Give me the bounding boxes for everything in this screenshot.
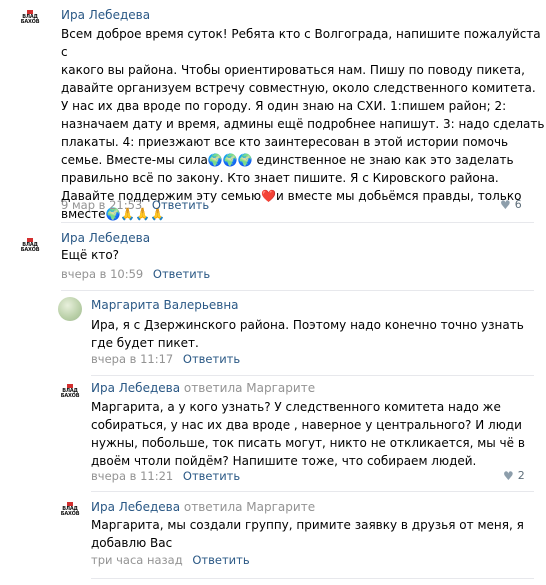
text-line: двоём чтоли пойдём? Напишите тоже, что с… [91, 454, 477, 468]
comment-meta: 9 мар в 21:53 Ответить [61, 198, 209, 212]
divider [91, 375, 534, 376]
comment-meta: вчера в 11:17 Ответить [91, 352, 240, 366]
avatar[interactable]: ВЛАД БАХОВ [20, 10, 40, 32]
author-name[interactable]: Ира Лебедева [91, 500, 180, 514]
comment-author[interactable]: Ира Лебедева [61, 8, 150, 22]
text-line: правильно всё по закону. Кто знает пишит… [61, 171, 499, 185]
comment-time[interactable]: 9 мар в 21:53 [61, 198, 142, 212]
avatar[interactable]: ВЛАД БАХОВ [20, 238, 40, 260]
text-line: где будет пикет. [91, 336, 199, 350]
avatar-logo-text: ВЛАД БАХОВ [20, 14, 40, 25]
avatar[interactable]: ВЛАД БАХОВ [60, 502, 80, 524]
text-line: Ира, я с Дзержинского района. Поэтому на… [91, 318, 524, 332]
text-line: Всем доброе время суток! Ребята кто с Во… [61, 27, 541, 59]
comment-time[interactable]: вчера в 11:17 [91, 352, 173, 366]
divider [91, 578, 534, 579]
comment-meta: вчера в 10:59 Ответить [61, 267, 210, 281]
divider [61, 222, 534, 223]
comment-author: Ира Лебедева ответила Маргарите [91, 500, 315, 514]
text-line: какого вы района. Чтобы ориентироваться … [61, 63, 525, 77]
text-line: нужны, побольше, ток писать могут, никто… [91, 436, 525, 450]
text-line: добавлю Вас [91, 536, 173, 550]
like-button[interactable]: ♥ 6 [500, 198, 522, 211]
comment-time[interactable]: три часа назад [91, 553, 183, 567]
divider [91, 491, 534, 492]
comment-meta: три часа назад Ответить [91, 553, 250, 567]
like-count: 6 [514, 198, 522, 211]
comment-text: Ира, я с Дзержинского района. Поэтому на… [91, 316, 524, 352]
reply-button[interactable]: Ответить [153, 267, 210, 281]
like-button[interactable]: ♥ 2 [503, 469, 525, 482]
like-count: 2 [517, 469, 525, 482]
comment-text: Всем доброе время суток! Ребята кто с Во… [61, 25, 546, 223]
comment-text: Ещё кто? [61, 246, 119, 264]
text-line: У нас их два вроде по городу. Я один зна… [61, 99, 507, 113]
comment-time[interactable]: вчера в 11:21 [91, 469, 173, 483]
text-line: назначаем дату и время, админы ещё подро… [61, 117, 545, 131]
text-line: Маргарита, мы создали группу, примите за… [91, 518, 524, 532]
comment-time[interactable]: вчера в 10:59 [61, 267, 143, 281]
text-line: давайте организуем встречу совместную, о… [61, 81, 536, 95]
avatar-logo-text: ВЛАД БАХОВ [60, 506, 80, 517]
replied-to[interactable]: ответила Маргарите [184, 500, 315, 514]
divider [61, 290, 534, 291]
comment-meta: вчера в 11:21 Ответить [91, 469, 240, 483]
comment-author: Ира Лебедева ответила Маргарите [91, 381, 315, 395]
avatar[interactable]: ВЛАД БАХОВ [60, 384, 80, 406]
text-line: Маргарита, а у кого узнать? У следственн… [91, 400, 501, 414]
author-name[interactable]: Ира Лебедева [91, 381, 180, 395]
reply-button[interactable]: Ответить [152, 198, 209, 212]
text-line: плакаты. 4: приезжают все кто заинтересо… [61, 135, 509, 149]
reply-button[interactable]: Ответить [183, 469, 240, 483]
reply-button[interactable]: Ответить [183, 352, 240, 366]
reply-button[interactable]: Ответить [192, 553, 249, 567]
avatar[interactable] [58, 297, 82, 321]
comment-author[interactable]: Ира Лебедева [61, 231, 150, 245]
comment-text: Маргарита, а у кого узнать? У следственн… [91, 398, 525, 470]
text-line: собираться, у нас их два вроде , наверно… [91, 418, 522, 432]
text-line: семье. Вместе-мы сила🌍🌍🌍 единственное не… [61, 153, 514, 167]
heart-icon: ♥ [503, 468, 514, 483]
comment-text: Маргарита, мы создали группу, примите за… [91, 516, 524, 552]
avatar-logo-text: ВЛАД БАХОВ [60, 388, 80, 399]
comments-thread: ВЛАД БАХОВ Ира Лебедева Всем доброе время… [0, 0, 546, 585]
comment-author[interactable]: Маргарита Валерьевна [91, 298, 239, 312]
heart-icon: ♥ [500, 197, 511, 212]
replied-to[interactable]: ответила Маргарите [184, 381, 315, 395]
avatar-logo-text: ВЛАД БАХОВ [20, 242, 40, 253]
text-line: Ещё кто? [61, 248, 120, 262]
